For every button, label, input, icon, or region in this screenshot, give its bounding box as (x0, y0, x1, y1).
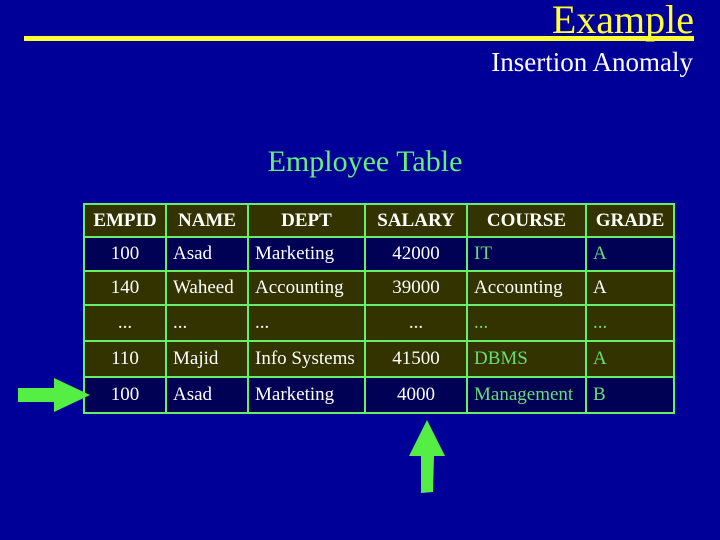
header-dept: DEPT (247, 203, 366, 238)
cell-name: Asad (165, 236, 249, 272)
cell-course: Accounting (466, 270, 587, 306)
cell-salary: 41500 (364, 340, 468, 378)
cell-name: Asad (165, 376, 249, 414)
cell-empid: ... (83, 304, 167, 342)
header-name: NAME (165, 203, 249, 238)
cell-grade: A (585, 236, 675, 272)
table-row: ... ... ... ... ... ... (83, 304, 675, 342)
cell-empid: 100 (83, 236, 167, 272)
table-title: Employee Table (267, 145, 463, 178)
title-underline (24, 36, 694, 41)
cell-dept: Accounting (247, 270, 366, 306)
cell-dept: Marketing (247, 376, 366, 414)
cell-salary: 39000 (364, 270, 468, 306)
cell-empid: 110 (83, 340, 167, 378)
cell-grade: A (585, 270, 675, 306)
slide-subtitle: Insertion Anomaly (491, 47, 693, 77)
cell-salary: ... (364, 304, 468, 342)
header-course: COURSE (466, 203, 587, 238)
cell-course: ... (466, 304, 587, 342)
cell-course: DBMS (466, 340, 587, 378)
cell-course: Management (466, 376, 587, 414)
cell-name: ... (165, 304, 249, 342)
cell-empid: 100 (83, 376, 167, 414)
cell-grade: ... (585, 304, 675, 342)
cell-empid: 140 (83, 270, 167, 306)
table-row-inserted: 100 Asad Marketing 4000 Management B (83, 376, 675, 414)
header-salary: SALARY (364, 203, 468, 238)
cell-salary: 42000 (364, 236, 468, 272)
cell-grade: A (585, 340, 675, 378)
cell-course: IT (466, 236, 587, 272)
cell-dept: Info Systems (247, 340, 366, 378)
arrow-up-icon (409, 420, 445, 493)
table-header-row: EMPID NAME DEPT SALARY COURSE GRADE (83, 203, 675, 238)
arrow-right-icon (18, 378, 90, 412)
header-empid: EMPID (83, 203, 167, 238)
cell-dept: Marketing (247, 236, 366, 272)
table-row: 140 Waheed Accounting 39000 Accounting A (83, 270, 675, 306)
cell-name: Waheed (165, 270, 249, 306)
employee-table: EMPID NAME DEPT SALARY COURSE GRADE 100 … (83, 203, 675, 414)
header-grade: GRADE (585, 203, 675, 238)
table-row: 110 Majid Info Systems 41500 DBMS A (83, 340, 675, 378)
cell-salary: 4000 (364, 376, 468, 414)
cell-name: Majid (165, 340, 249, 378)
cell-grade: B (585, 376, 675, 414)
cell-dept: ... (247, 304, 366, 342)
table-row: 100 Asad Marketing 42000 IT A (83, 236, 675, 272)
